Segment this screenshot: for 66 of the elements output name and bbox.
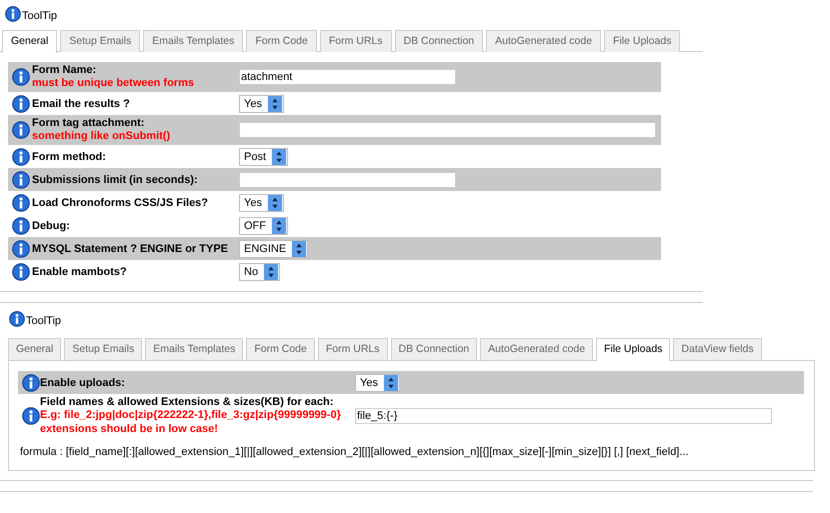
text-field[interactable]: [239, 122, 656, 138]
tab[interactable]: DataView fields: [673, 338, 762, 360]
field-label: Form method:: [32, 150, 107, 162]
tab[interactable]: File Uploads: [604, 30, 680, 52]
info-icon[interactable]: [12, 262, 30, 280]
info-icon: [9, 311, 25, 327]
info-icon[interactable]: [12, 148, 30, 166]
field-label: Debug:: [32, 220, 71, 232]
field-hint: extensions should be in low case!: [40, 422, 219, 436]
select-field[interactable]: ENGINE: [239, 240, 308, 258]
field-label: Submissions limit (in seconds):: [32, 174, 199, 186]
select-field[interactable]: No: [239, 262, 280, 280]
tab[interactable]: General: [8, 338, 62, 360]
tab[interactable]: AutoGenerated code: [486, 30, 602, 52]
info-icon[interactable]: [12, 121, 30, 139]
info-icon[interactable]: [12, 68, 30, 86]
tab[interactable]: AutoGenerated code: [480, 338, 594, 360]
up-down-arrows-icon: [271, 148, 288, 164]
tab[interactable]: DB Connection: [390, 338, 478, 360]
up-down-arrows-icon: [382, 374, 399, 390]
select-field[interactable]: Yes: [239, 94, 284, 112]
formula-text: formula : [field_name][:][allowed_extension_1][|][allowed_extension_2][|][allowed_extension_n][{][max_size][-][min_size][}] [,] [next_field]...: [19, 446, 690, 458]
field-hint: must be unique between forms: [32, 76, 195, 90]
tooltip-label: ToolTip: [22, 10, 58, 22]
up-down-arrows-icon: [291, 240, 308, 256]
up-down-arrows-icon: [266, 96, 283, 112]
select-field[interactable]: OFF: [239, 216, 288, 234]
tab[interactable]: General: [2, 30, 58, 53]
text-field[interactable]: [239, 172, 456, 188]
field-label: Load Chronoforms CSS/JS Files?: [32, 196, 210, 208]
field-label: Email the results ?: [32, 98, 131, 110]
tab[interactable]: Setup Emails: [60, 30, 140, 52]
tab[interactable]: Setup Emails: [64, 338, 142, 360]
select-field[interactable]: Yes: [355, 374, 400, 392]
info-icon[interactable]: [12, 240, 30, 258]
tab[interactable]: Form URLs: [320, 30, 392, 52]
info-icon: [5, 6, 21, 22]
tab[interactable]: DB Connection: [394, 30, 484, 52]
field-label: Field names & allowed Extensions & sizes(KB) for each:: [40, 396, 334, 408]
select-field[interactable]: Post: [239, 148, 288, 166]
info-icon[interactable]: [12, 94, 30, 112]
text-field[interactable]: atachment: [239, 69, 456, 85]
field-hint: E.g: file_2:jpg|doc|zip{222222-1},file_3:gz|zip{99999999-0}: [40, 408, 342, 422]
field-label: MYSQL Statement ? ENGINE or TYPE: [32, 242, 229, 254]
tab[interactable]: Form Code: [246, 338, 315, 360]
tab[interactable]: Emails Templates: [143, 30, 244, 52]
tab[interactable]: Form URLs: [318, 338, 388, 360]
tooltip-label: ToolTip: [26, 315, 62, 327]
field-label: Form tag attachment:: [32, 117, 146, 129]
select-field[interactable]: Yes: [239, 194, 284, 212]
tab[interactable]: File Uploads: [596, 338, 670, 361]
info-icon[interactable]: [12, 194, 30, 212]
up-down-arrows-icon: [271, 218, 287, 234]
field-label: Form Name:: [32, 64, 98, 76]
tab[interactable]: Form Code: [246, 30, 317, 52]
up-down-arrows-icon: [266, 194, 283, 210]
info-icon[interactable]: [12, 216, 30, 234]
info-icon[interactable]: [12, 170, 30, 188]
field-hint: something like onSubmit(): [32, 129, 172, 143]
info-icon[interactable]: [22, 374, 40, 392]
text-field[interactable]: file_5:{-}: [355, 408, 772, 424]
field-label: Enable mambots?: [32, 266, 128, 278]
up-down-arrows-icon: [263, 264, 280, 280]
field-label: Enable uploads:: [40, 376, 126, 388]
tab[interactable]: Emails Templates: [145, 338, 244, 360]
info-icon[interactable]: [22, 407, 40, 425]
